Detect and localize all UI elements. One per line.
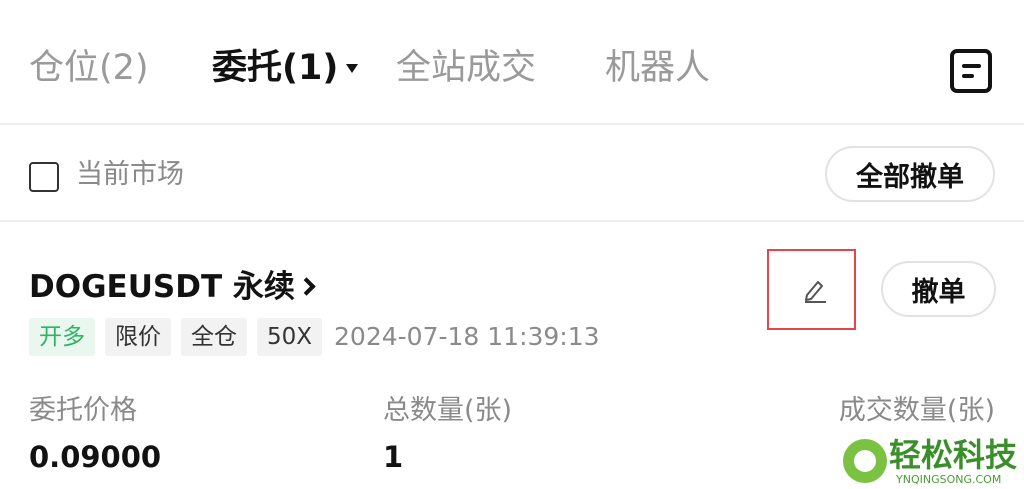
quantity-value: 1 [383, 440, 404, 474]
document-icon[interactable] [950, 49, 992, 93]
tab-orders[interactable]: 委托(1) [212, 44, 338, 92]
cancel-order-button[interactable]: 撤单 [881, 261, 996, 317]
price-value: 0.09000 [29, 440, 162, 474]
watermark-subtitle: YNQINGSONG.COM [896, 473, 1002, 486]
side-tag: 开多 [29, 318, 95, 356]
edit-order-button[interactable] [767, 249, 856, 330]
watermark-title: 轻松科技 [889, 436, 1018, 474]
current-market-checkbox[interactable] [29, 162, 59, 192]
tab-bots[interactable]: 机器人 [605, 44, 710, 92]
cancel-all-button[interactable]: 全部撤单 [825, 146, 995, 202]
order-type-tag: 限价 [105, 318, 171, 356]
current-market-label[interactable]: 当前市场 [76, 155, 184, 195]
edit-pencil-icon [805, 281, 826, 303]
tab-bar: 仓位(2) 委托(1) 全站成交 机器人 [0, 0, 1024, 125]
document-line [962, 74, 974, 78]
quantity-label: 总数量(张) [383, 395, 513, 426]
price-label: 委托价格 [29, 395, 137, 426]
margin-mode-tag: 全仓 [181, 318, 247, 356]
order-tags: 开多 限价 全仓 50X 2024-07-18 11:39:13 [29, 318, 600, 356]
chevron-right-icon[interactable] [297, 277, 316, 296]
chevron-down-icon[interactable] [346, 64, 358, 73]
logo-icon [843, 439, 887, 483]
tab-positions[interactable]: 仓位(2) [29, 44, 149, 92]
order-timestamp: 2024-07-18 11:39:13 [334, 322, 600, 351]
order-symbol[interactable]: DOGEUSDT 永续 [29, 266, 295, 308]
filled-quantity-label: 成交数量(张) [838, 395, 995, 426]
tab-market-trades[interactable]: 全站成交 [396, 44, 536, 92]
document-line [962, 64, 981, 68]
watermark: 轻松科技 YNQINGSONG.COM [833, 436, 1024, 489]
filter-bar: 当前市场 全部撤单 [0, 127, 1024, 222]
leverage-tag: 50X [257, 318, 323, 356]
